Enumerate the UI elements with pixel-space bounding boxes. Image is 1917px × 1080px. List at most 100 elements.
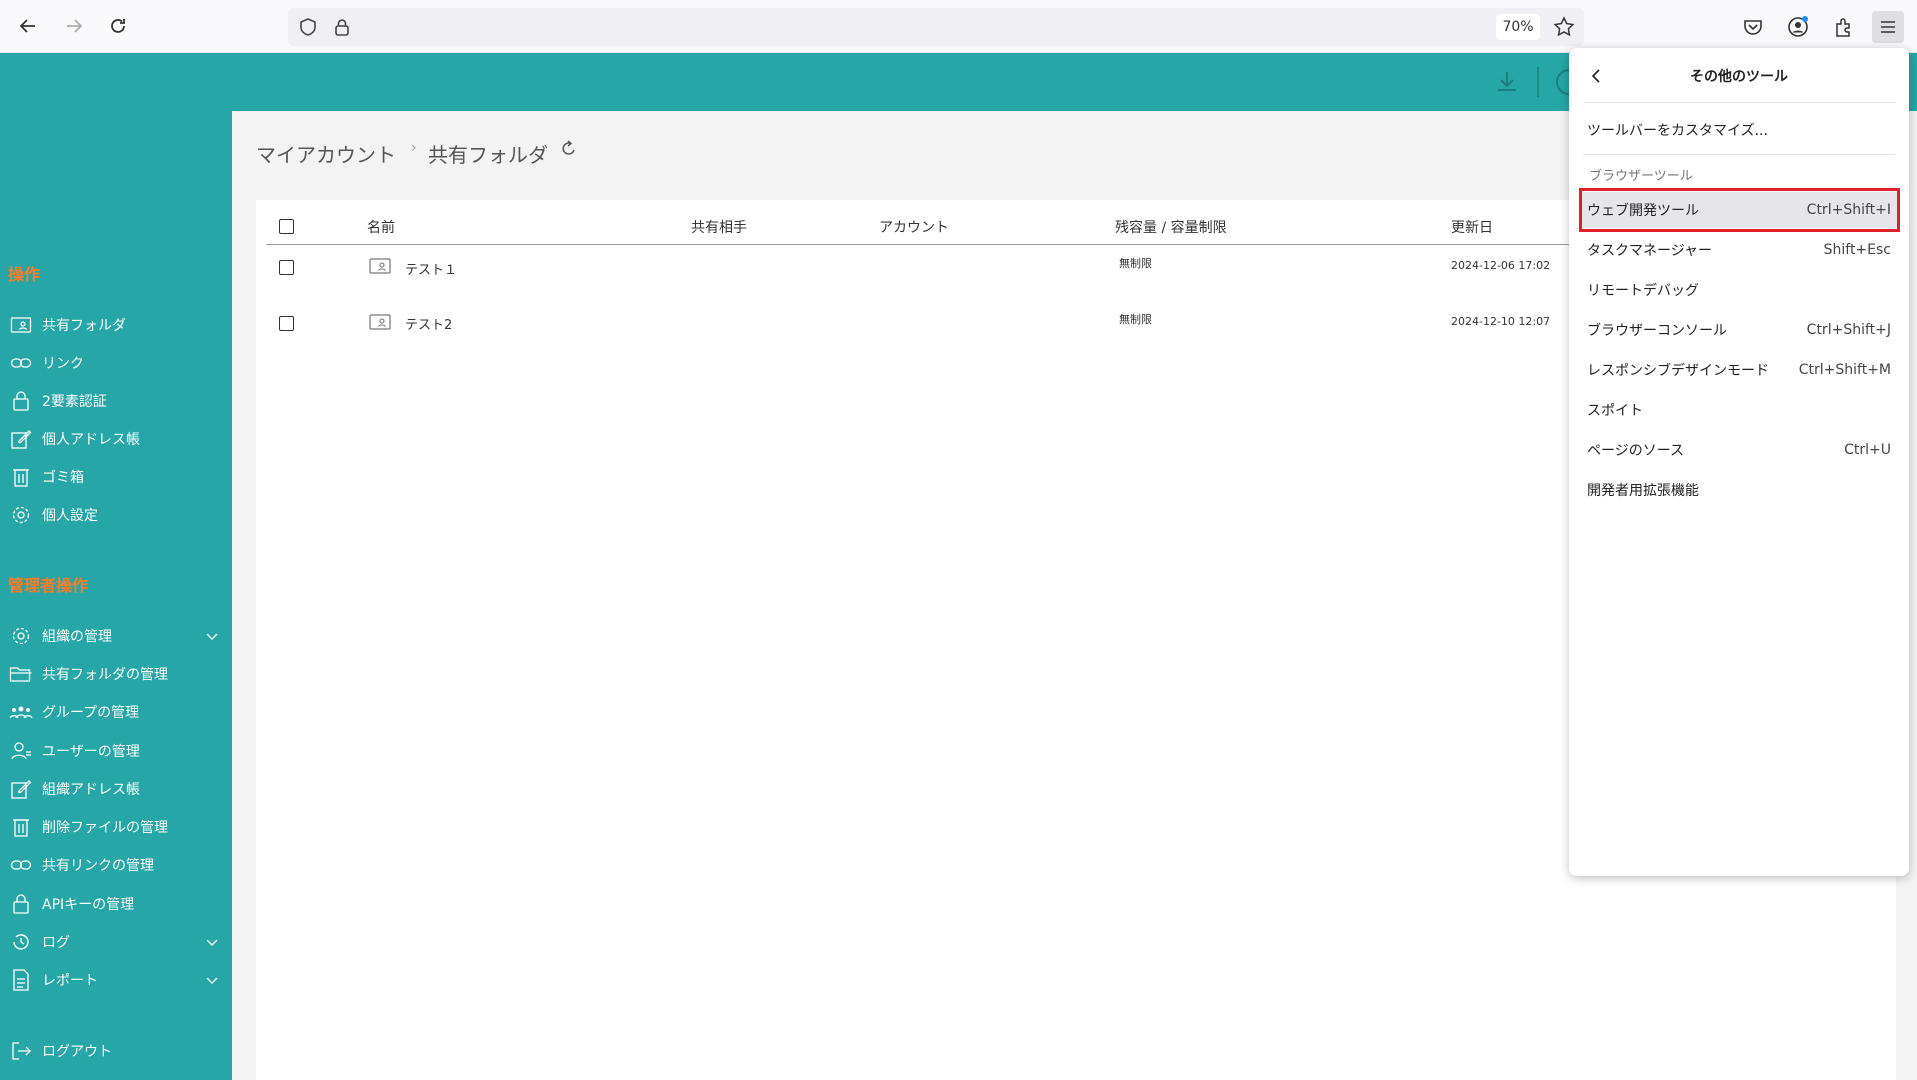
sidebar-item-logout[interactable]: ログアウト: [8, 1037, 226, 1065]
row-checkbox[interactable]: [279, 260, 294, 275]
section-title-admin: 管理者操作: [8, 576, 89, 595]
menu-item-remote-debugging[interactable]: リモートデバッグ: [1579, 272, 1899, 308]
account-icon: [1788, 16, 1808, 37]
sidebar-item-log[interactable]: ログ: [8, 928, 226, 956]
menu-item-extensions-for-developers[interactable]: 開発者用拡張機能: [1579, 472, 1899, 508]
puzzle-icon: [1836, 18, 1850, 37]
sidebar-item-label: 共有リンクの管理: [42, 858, 154, 874]
sidebar-item-label: 個人設定: [42, 508, 98, 524]
forward-button[interactable]: [58, 10, 90, 42]
column-header-updated[interactable]: 更新日: [1451, 217, 1493, 237]
menu-item-shortcut: Ctrl+Shift+M: [1798, 362, 1891, 378]
gear-icon: [8, 503, 34, 527]
star-icon: [1553, 16, 1575, 37]
sidebar-item-label: ゴミ箱: [42, 470, 84, 486]
column-header-account[interactable]: アカウント: [879, 217, 949, 237]
sidebar-item-label: 組織アドレス帳: [42, 782, 140, 798]
breadcrumb-separator: ›: [411, 140, 417, 156]
user-icon: [8, 739, 34, 763]
row-checkbox[interactable]: [279, 316, 294, 331]
group-icon: [8, 700, 34, 724]
sidebar-item-user-management[interactable]: ユーザーの管理: [8, 737, 226, 765]
menu-section-label: ブラウザーツール: [1589, 169, 1693, 184]
chevron-down-icon[interactable]: [204, 628, 220, 644]
zoom-level-badge[interactable]: 70%: [1496, 14, 1540, 40]
browser-toolbar: 70%: [0, 0, 1917, 53]
menu-title: その他のツール: [1690, 69, 1788, 85]
select-all-checkbox[interactable]: [279, 219, 294, 234]
menu-divider: [1583, 102, 1895, 103]
shield-icon[interactable]: [298, 17, 318, 37]
sidebar-item-shared-link-management[interactable]: 共有リンクの管理: [8, 851, 226, 879]
sidebar-item-personal-settings[interactable]: 個人設定: [8, 501, 226, 529]
sidebar-item-shared-folder-management[interactable]: 共有フォルダの管理: [8, 660, 226, 688]
menu-item-shortcut: Ctrl+U: [1844, 442, 1891, 458]
account-button[interactable]: [1782, 11, 1814, 43]
sidebar-item-label: 共有フォルダの管理: [42, 667, 168, 683]
sidebar-item-label: 削除ファイルの管理: [42, 820, 168, 836]
download-icon[interactable]: [1494, 69, 1520, 95]
sidebar-item-label: ユーザーの管理: [42, 744, 140, 760]
highlight-annotation-box: [1579, 188, 1900, 232]
menu-item-page-source[interactable]: ページのソース Ctrl+U: [1579, 432, 1899, 468]
lock-icon: [8, 389, 34, 413]
column-header-shared-with[interactable]: 共有相手: [691, 217, 747, 237]
section-title-operations: 操作: [8, 265, 41, 284]
lock-icon: [8, 892, 34, 916]
chevron-down-icon[interactable]: [204, 972, 220, 988]
menu-item-customize-toolbar[interactable]: ツールバーをカスタマイズ...: [1579, 112, 1899, 148]
sidebar-item-shared-folder[interactable]: 共有フォルダ: [8, 311, 226, 339]
menu-item-label: リモートデバッグ: [1587, 283, 1699, 299]
menu-item-eyedropper[interactable]: スポイト: [1579, 392, 1899, 428]
breadcrumb-root[interactable]: マイアカウント: [256, 139, 396, 168]
edit-icon: [8, 777, 34, 801]
column-header-capacity[interactable]: 残容量 / 容量制限: [1115, 217, 1227, 237]
sidebar-item-trash[interactable]: ゴミ箱: [8, 463, 226, 491]
menu-divider: [1583, 154, 1895, 155]
extensions-button[interactable]: [1828, 11, 1860, 43]
breadcrumb-current: 共有フォルダ: [428, 143, 548, 167]
sidebar-item-2fa[interactable]: 2要素認証: [8, 387, 226, 415]
column-header-name[interactable]: 名前: [367, 217, 395, 237]
sidebar-item-org-management[interactable]: 組織の管理: [8, 622, 226, 650]
chevron-down-icon[interactable]: [204, 934, 220, 950]
url-bar[interactable]: [288, 8, 1584, 46]
menu-item-label: 開発者用拡張機能: [1587, 483, 1699, 499]
menu-item-task-manager[interactable]: タスクマネージャー Shift+Esc: [1579, 232, 1899, 268]
pocket-icon: [1744, 20, 1762, 35]
back-button[interactable]: [12, 10, 44, 42]
sidebar: 操作 共有フォルダ リンク 2要素認証 個人アドレス帳 ゴミ箱 個人設定 管理者…: [0, 53, 232, 1080]
trash-icon: [8, 815, 34, 839]
bookmark-star-button[interactable]: [1548, 11, 1580, 43]
arrow-left-icon: [19, 19, 35, 33]
sidebar-item-deleted-files[interactable]: 削除ファイルの管理: [8, 813, 226, 841]
menu-item-label: タスクマネージャー: [1587, 243, 1713, 259]
logout-icon: [8, 1039, 34, 1063]
link-icon: [8, 351, 34, 375]
menu-item-label: ページのソース: [1587, 443, 1685, 459]
menu-item-label: ツールバーをカスタマイズ...: [1587, 123, 1768, 139]
app-menu-button[interactable]: [1872, 11, 1904, 43]
menu-item-browser-console[interactable]: ブラウザーコンソール Ctrl+Shift+J: [1579, 312, 1899, 348]
sidebar-item-label: ログアウト: [42, 1044, 112, 1060]
sidebar-item-group-management[interactable]: グループの管理: [8, 698, 226, 726]
row-name[interactable]: テスト2: [405, 314, 452, 333]
refresh-button[interactable]: [556, 136, 582, 162]
sidebar-item-org-address-book[interactable]: 組織アドレス帳: [8, 775, 226, 803]
sidebar-item-personal-address-book[interactable]: 個人アドレス帳: [8, 425, 226, 453]
lock-icon[interactable]: [332, 17, 352, 37]
folder-open-icon: [8, 662, 34, 686]
sidebar-item-api-keys[interactable]: APIキーの管理: [8, 890, 226, 918]
menu-item-responsive-design-mode[interactable]: レスポンシブデザインモード Ctrl+Shift+M: [1579, 352, 1899, 388]
pocket-button[interactable]: [1737, 11, 1769, 43]
sidebar-item-label: リンク: [42, 356, 84, 372]
sidebar-item-label: レポート: [42, 973, 98, 989]
trash-icon: [8, 465, 34, 489]
sidebar-item-report[interactable]: レポート: [8, 966, 226, 994]
reload-icon: [111, 19, 125, 33]
sidebar-item-link[interactable]: リンク: [8, 349, 226, 377]
row-name[interactable]: テスト１: [405, 259, 457, 278]
arrow-right-icon: [67, 19, 83, 33]
reload-button[interactable]: [102, 10, 134, 42]
menu-item-shortcut: Shift+Esc: [1823, 242, 1891, 258]
